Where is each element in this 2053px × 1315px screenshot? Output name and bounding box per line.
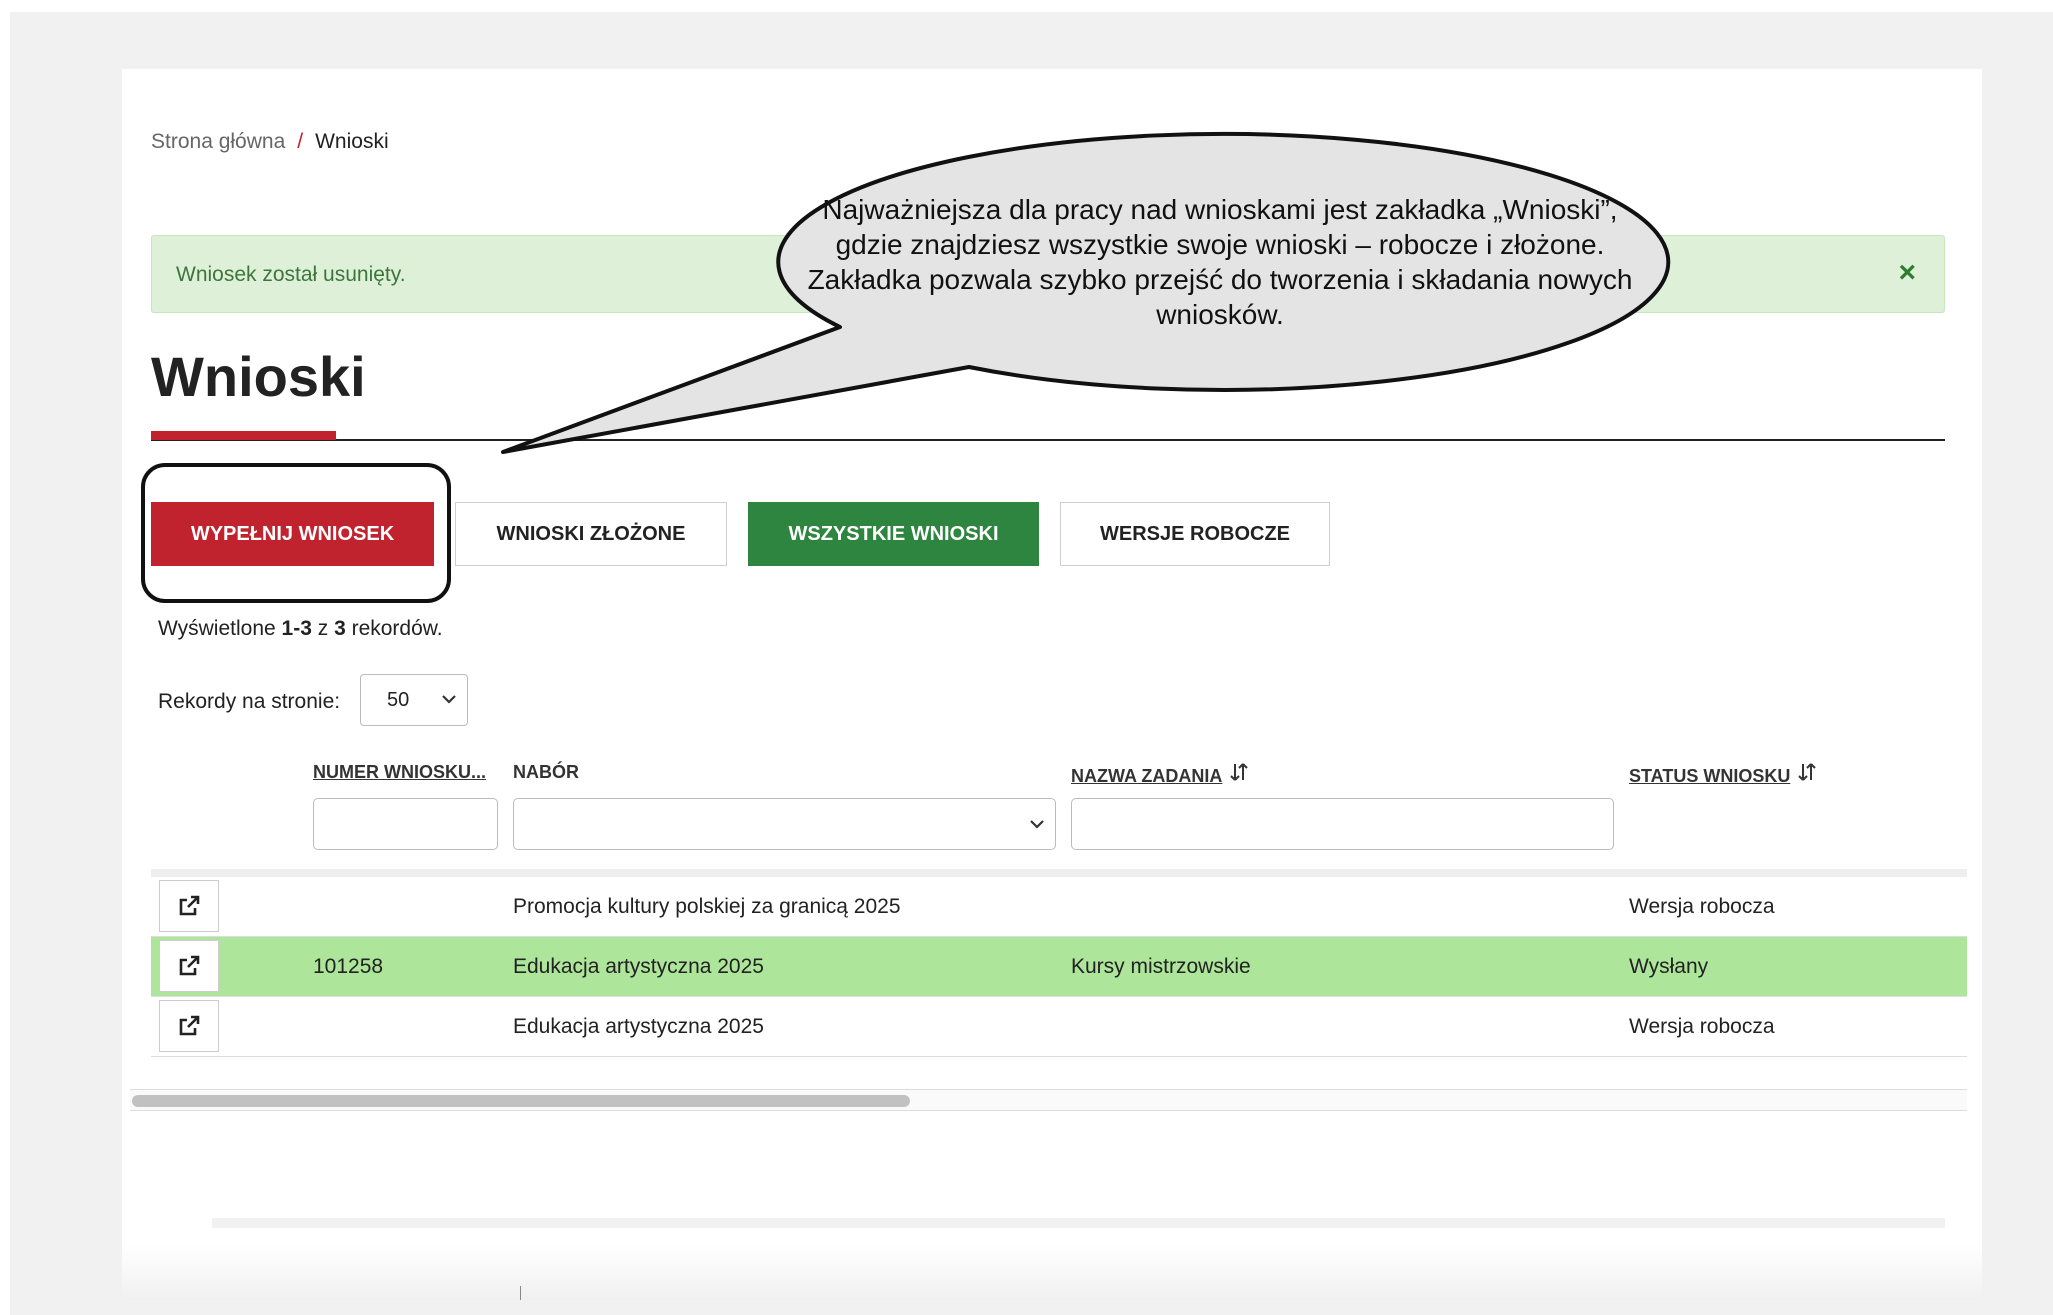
row-status: Wersja robocza xyxy=(1629,895,1775,918)
table-row: 101258 Edukacja artystyczna 2025 Kursy m… xyxy=(151,937,1967,997)
title-divider xyxy=(151,439,1945,441)
row-number: 101258 xyxy=(313,955,384,978)
breadcrumb-separator: / xyxy=(297,130,304,153)
external-link-icon xyxy=(179,895,200,916)
open-application-button[interactable] xyxy=(159,1000,219,1052)
records-info: Wyświetlone 1-3 z 3 rekordów. xyxy=(158,617,443,641)
column-header-task-name[interactable]: NAZWA ZADANIA xyxy=(1071,762,1249,788)
column-header-status[interactable]: STATUS WNIOSKU xyxy=(1629,762,1817,788)
records-info-suffix: rekordów. xyxy=(345,617,443,640)
title-accent-bar xyxy=(151,431,336,440)
open-application-button[interactable] xyxy=(159,880,219,932)
footer-tick xyxy=(520,1286,521,1300)
breadcrumb: Strona główna / Wnioski xyxy=(151,130,389,154)
per-page-value: 50 xyxy=(387,688,410,711)
fill-application-button[interactable]: WYPEŁNIJ WNIOSEK xyxy=(151,502,434,566)
table-row: Edukacja artystyczna 2025 Wersja robocza xyxy=(151,997,1967,1057)
column-header-nabor: NABÓR xyxy=(513,762,579,783)
records-info-middle: z xyxy=(311,617,335,640)
footer-divider xyxy=(212,1218,1945,1228)
close-icon[interactable]: × xyxy=(1898,256,1916,290)
column-header-nabor-label: NABÓR xyxy=(513,762,579,782)
breadcrumb-home-link[interactable]: Strona główna xyxy=(151,130,285,153)
external-link-icon xyxy=(179,955,200,976)
chevron-down-icon xyxy=(1029,811,1045,843)
all-applications-button[interactable]: WSZYSTKIE WNIOSKI xyxy=(748,502,1039,566)
scrollbar-thumb[interactable] xyxy=(132,1095,910,1107)
breadcrumb-current: Wnioski xyxy=(315,130,389,153)
horizontal-scrollbar[interactable] xyxy=(130,1089,1967,1111)
sort-icon[interactable] xyxy=(1798,762,1817,788)
records-info-total: 3 xyxy=(334,617,346,640)
column-header-status-label: STATUS WNIOSKU xyxy=(1629,766,1791,786)
row-nabor: Promocja kultury polskiej za granicą 202… xyxy=(513,895,901,918)
column-header-number[interactable]: NUMER WNIOSKU... xyxy=(313,762,486,783)
callout-text: Najważniejsza dla pracy nad wnioskami je… xyxy=(807,194,1633,330)
external-link-icon xyxy=(179,1015,200,1036)
alert-message: Wniosek został usunięty. xyxy=(176,263,406,286)
row-task-name: Kursy mistrzowskie xyxy=(1071,955,1251,978)
table-row: Promocja kultury polskiej za granicą 202… xyxy=(151,877,1967,937)
records-info-range: 1-3 xyxy=(281,617,312,640)
page-title: Wnioski xyxy=(151,345,366,408)
per-page-select[interactable]: 50 xyxy=(360,674,468,726)
open-application-button[interactable] xyxy=(159,940,219,992)
filter-number-input[interactable] xyxy=(313,798,498,850)
filter-nabor-select[interactable] xyxy=(513,798,1056,850)
sort-icon[interactable] xyxy=(1230,762,1249,788)
per-page-label: Rekordy na stronie: xyxy=(158,690,341,713)
records-info-prefix: Wyświetlone xyxy=(158,617,282,640)
table-top-border xyxy=(151,869,1967,877)
row-nabor: Edukacja artystyczna 2025 xyxy=(513,1015,764,1038)
submitted-applications-button[interactable]: WNIOSKI ZŁOŻONE xyxy=(455,502,727,566)
footer-area xyxy=(122,1245,1982,1300)
column-header-task-name-label: NAZWA ZADANIA xyxy=(1071,766,1223,786)
row-status: Wersja robocza xyxy=(1629,1015,1775,1038)
row-status: Wysłany xyxy=(1629,955,1709,978)
drafts-button[interactable]: WERSJE ROBOCZE xyxy=(1060,502,1330,566)
row-nabor: Edukacja artystyczna 2025 xyxy=(513,955,764,978)
chevron-down-icon xyxy=(441,686,457,718)
filter-task-name-input[interactable] xyxy=(1071,798,1614,850)
column-header-number-label: NUMER WNIOSKU... xyxy=(313,762,486,782)
